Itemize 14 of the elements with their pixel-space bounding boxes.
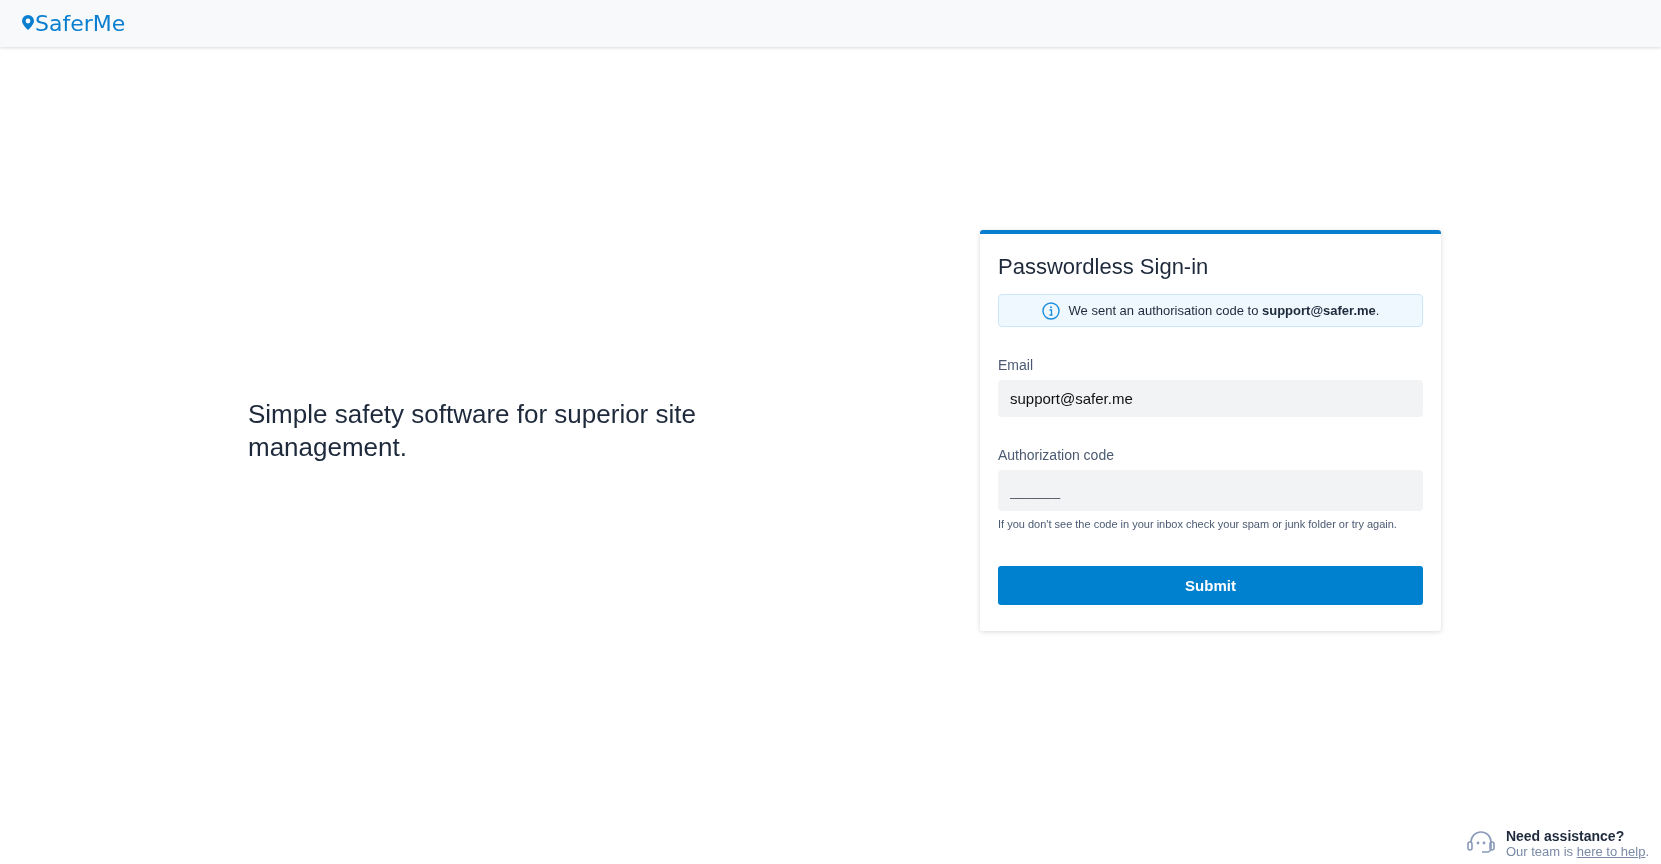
logo[interactable]: SaferMe — [22, 11, 126, 36]
card-title: Passwordless Sign-in — [998, 254, 1210, 280]
hint-text: If you don't see the code in your inbox check your spam or junk folder or try again. — [998, 518, 1398, 530]
code-field[interactable]: ______ — [998, 470, 1423, 511]
field-label: Email — [998, 357, 1034, 373]
submit-button[interactable]: Submit — [998, 566, 1423, 605]
notice-text: We sent an authorisation code to support@safer.me. — [1068, 303, 1380, 318]
field-label: Authorization code — [998, 447, 1115, 463]
help-text: Our team is here to help. — [1505, 843, 1649, 859]
map-pin-icon — [22, 15, 34, 32]
email-field[interactable]: support@safer.me — [998, 380, 1423, 417]
info-icon — [1041, 301, 1060, 320]
help-title: Need assistance? — [1505, 827, 1626, 844]
tagline: Simple safety software for superior site management. — [248, 397, 697, 464]
